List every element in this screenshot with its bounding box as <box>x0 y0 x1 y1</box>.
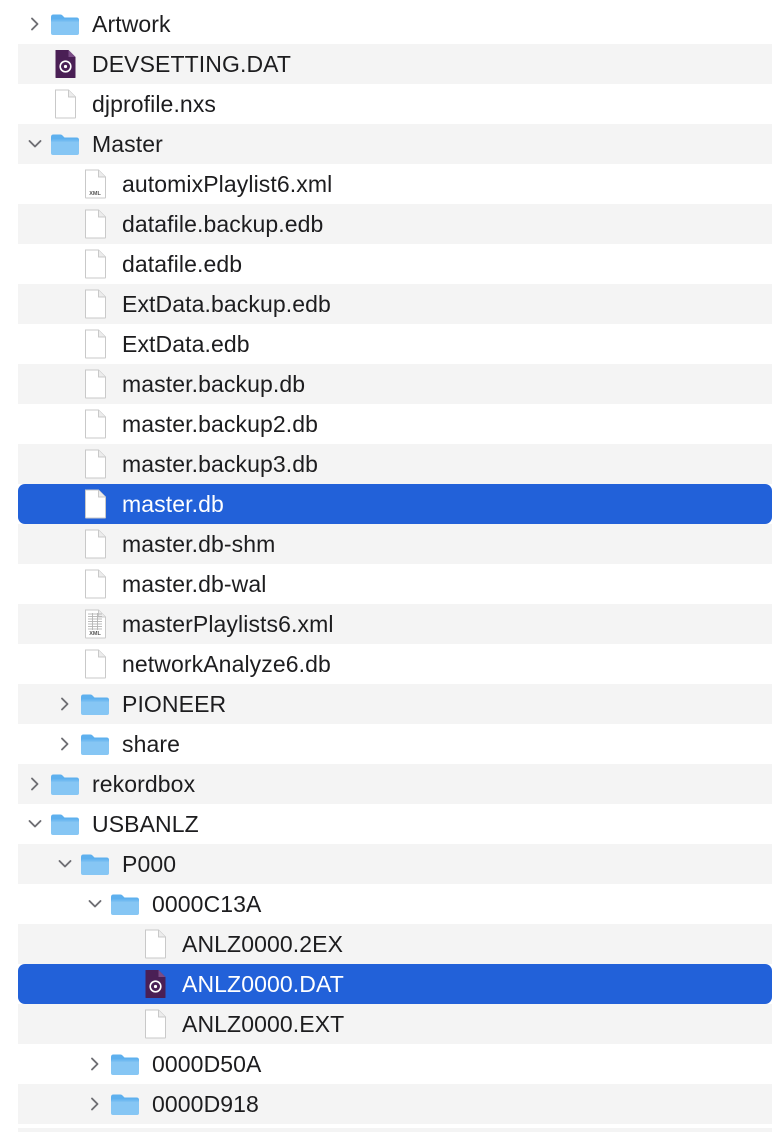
tree-row-rekordbox[interactable]: rekordbox <box>18 764 772 804</box>
tree-row-master-db[interactable]: master.db <box>18 484 772 524</box>
document-icon <box>80 204 110 244</box>
chevron-down-icon[interactable] <box>58 844 72 884</box>
xml-file-icon: XML <box>80 164 110 204</box>
dat-file-icon <box>140 964 170 1004</box>
document-icon <box>80 364 110 404</box>
document-icon <box>80 284 110 324</box>
xml-badge-label: XML <box>89 631 101 637</box>
file-name-label: USBANLZ <box>92 810 199 837</box>
tree-row-share[interactable]: share <box>18 724 772 764</box>
chevron-right-icon[interactable] <box>28 764 42 804</box>
tree-row-anlz0000-ext[interactable]: ANLZ0000.EXT <box>18 1004 772 1044</box>
xml-badge-label: XML <box>89 191 101 197</box>
file-name-label: master.backup2.db <box>122 410 319 437</box>
tree-row-djprofile-nxs[interactable]: djprofile.nxs <box>18 84 772 124</box>
chevron-right-icon[interactable] <box>58 684 72 724</box>
tree-row-artwork[interactable]: Artwork <box>18 4 772 44</box>
folder-icon <box>80 724 110 764</box>
tree-row-extdata-backup-edb[interactable]: ExtData.backup.edb <box>18 284 772 324</box>
file-name-label: masterPlaylists6.xml <box>122 610 334 637</box>
folder-icon <box>50 124 80 164</box>
tree-row-datafile-edb[interactable]: datafile.edb <box>18 244 772 284</box>
tree-row-master-db-wal[interactable]: master.db-wal <box>18 564 772 604</box>
tree-row-anlz0000-2ex[interactable]: ANLZ0000.2EX <box>18 924 772 964</box>
tree-row-anlz0000-dat[interactable]: ANLZ0000.DAT <box>18 964 772 1004</box>
file-name-label: rekordbox <box>92 770 196 797</box>
tree-row-0000c13a[interactable]: 0000C13A <box>18 884 772 924</box>
file-name-label: ExtData.backup.edb <box>122 290 331 317</box>
file-name-label: ANLZ0000.EXT <box>182 1010 345 1037</box>
tree-row-extdata-edb[interactable]: ExtData.edb <box>18 324 772 364</box>
file-name-label: master.backup.db <box>122 370 306 397</box>
folder-icon <box>110 884 140 924</box>
document-icon <box>80 484 110 524</box>
file-name-label: P000 <box>122 850 177 877</box>
chevron-right-icon[interactable] <box>28 4 42 44</box>
file-name-label: djprofile.nxs <box>92 90 217 117</box>
folder-icon <box>80 844 110 884</box>
tree-row-master[interactable]: Master <box>18 124 772 164</box>
tree-row-pioneer[interactable]: PIONEER <box>18 684 772 724</box>
document-icon <box>80 404 110 444</box>
document-icon <box>80 644 110 684</box>
file-name-label: 0000C13A <box>152 890 262 917</box>
folder-icon <box>50 4 80 44</box>
document-icon <box>80 524 110 564</box>
folder-icon <box>110 1044 140 1084</box>
file-name-label: datafile.backup.edb <box>122 210 324 237</box>
xml-file-icon: XML <box>80 604 110 644</box>
file-name-label: master.db <box>122 490 224 517</box>
tree-row-masterplaylists6-xml[interactable]: XML masterPlaylists6.xml <box>18 604 772 644</box>
tree-row-automixplaylist6-xml[interactable]: XML automixPlaylist6.xml <box>18 164 772 204</box>
chevron-down-icon[interactable] <box>28 804 42 844</box>
tree-row-master-backup3-db[interactable]: master.backup3.db <box>18 444 772 484</box>
chevron-right-icon[interactable] <box>88 1084 102 1124</box>
folder-icon <box>50 804 80 844</box>
tree-row-usbanlz[interactable]: USBANLZ <box>18 804 772 844</box>
file-name-label: master.backup3.db <box>122 450 319 477</box>
document-icon <box>50 84 80 124</box>
file-name-label: networkAnalyze6.db <box>122 650 331 677</box>
chevron-down-icon[interactable] <box>28 124 42 164</box>
document-icon <box>80 244 110 284</box>
chevron-right-icon[interactable] <box>88 1044 102 1084</box>
file-name-label: automixPlaylist6.xml <box>122 170 333 197</box>
tree-row-0000d918[interactable]: 0000D918 <box>18 1084 772 1124</box>
file-name-label: 0000D918 <box>152 1090 259 1117</box>
tree-row-master-backup-db[interactable]: master.backup.db <box>18 364 772 404</box>
tree-row-devsetting-dat[interactable]: DEVSETTING.DAT <box>18 44 772 84</box>
folder-icon <box>110 1084 140 1124</box>
file-name-label: Artwork <box>92 10 171 37</box>
file-name-label: PIONEER <box>122 690 227 717</box>
file-name-label: share <box>122 730 181 757</box>
file-name-label: datafile.edb <box>122 250 243 277</box>
folder-icon <box>50 764 80 804</box>
file-name-label: Master <box>92 130 163 157</box>
tree-row-master-db-shm[interactable]: master.db-shm <box>18 524 772 564</box>
tree-row-0000d50a[interactable]: 0000D50A <box>18 1044 772 1084</box>
folder-icon <box>80 684 110 724</box>
file-name-label: ANLZ0000.DAT <box>182 970 344 997</box>
document-icon <box>80 444 110 484</box>
file-name-label: master.db-wal <box>122 570 267 597</box>
document-icon <box>80 324 110 364</box>
tree-row-networkanalyze6-db[interactable]: networkAnalyze6.db <box>18 644 772 684</box>
document-icon <box>80 564 110 604</box>
chevron-right-icon[interactable] <box>58 724 72 764</box>
file-name-label: master.db-shm <box>122 530 276 557</box>
file-name-label: ANLZ0000.2EX <box>182 930 344 957</box>
next-row-peek <box>18 1128 772 1132</box>
file-name-label: 0000D50A <box>152 1050 262 1077</box>
tree-row-datafile-backup-edb[interactable]: datafile.backup.edb <box>18 204 772 244</box>
chevron-down-icon[interactable] <box>88 884 102 924</box>
tree-row-p000[interactable]: P000 <box>18 844 772 884</box>
file-name-label: DEVSETTING.DAT <box>92 50 292 77</box>
file-name-label: ExtData.edb <box>122 330 250 357</box>
file-tree: Artwork DEVSETTING.DAT djprofile.nxs Master… <box>0 0 772 1132</box>
dat-file-icon <box>50 44 80 84</box>
document-icon <box>140 924 170 964</box>
tree-row-master-backup2-db[interactable]: master.backup2.db <box>18 404 772 444</box>
document-icon <box>140 1004 170 1044</box>
